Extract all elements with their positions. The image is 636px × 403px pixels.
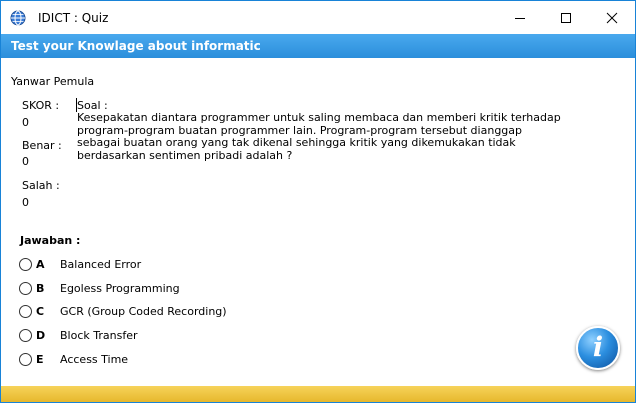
answer-option-b[interactable]: B Egoless Programming (19, 281, 279, 297)
quiz-header: Test your Knowlage about informatic (1, 34, 635, 58)
radio-button-a[interactable] (19, 258, 32, 271)
maximize-icon (561, 12, 571, 23)
info-button[interactable]: i (576, 326, 620, 370)
skor-value: 0 (22, 116, 29, 129)
benar-value: 0 (22, 155, 29, 168)
maximize-button[interactable] (543, 1, 589, 34)
user-name: Yanwar Pemula (11, 75, 95, 88)
answer-option-d[interactable]: D Block Transfer (19, 328, 279, 344)
minimize-button[interactable] (497, 1, 543, 34)
option-text[interactable]: Balanced Error (60, 258, 141, 272)
radio-button-b[interactable] (19, 282, 32, 295)
title-bar[interactable]: IDICT : Quiz (1, 1, 635, 34)
option-text[interactable]: GCR (Group Coded Recording) (60, 305, 227, 319)
globe-icon (10, 10, 26, 26)
radio-button-e[interactable] (19, 353, 32, 366)
option-letter: D (36, 329, 46, 342)
radio-button-c[interactable] (19, 305, 32, 318)
option-letter: A (36, 258, 45, 271)
minimize-icon (515, 17, 525, 19)
salah-value: 0 (22, 196, 29, 209)
radio-button-d[interactable] (19, 329, 32, 342)
quiz-window: IDICT : Quiz Test your Knowlage about in… (0, 0, 636, 403)
footer-bar (1, 386, 635, 402)
window-title: IDICT : Quiz (38, 11, 109, 25)
info-icon: i (592, 332, 604, 363)
benar-label: Benar : (22, 139, 62, 152)
question-text[interactable]: Kesepakatan diantara programmer untuk sa… (77, 111, 602, 162)
skor-label: SKOR : (22, 99, 60, 112)
answer-heading: Jawaban : (20, 234, 81, 247)
answer-option-c[interactable]: C GCR (Group Coded Recording) (19, 304, 279, 320)
option-letter: B (36, 282, 45, 295)
close-icon (606, 12, 618, 23)
salah-label: Salah : (22, 179, 60, 192)
option-letter: E (36, 353, 44, 366)
option-text[interactable]: Access Time (60, 353, 128, 367)
close-button[interactable] (589, 1, 635, 34)
option-text[interactable]: Block Transfer (60, 329, 137, 343)
answer-option-a[interactable]: A Balanced Error (19, 257, 279, 273)
header-title: Test your Knowlage about informatic (11, 39, 261, 53)
answer-option-e[interactable]: E Access Time (19, 352, 279, 368)
option-text[interactable]: Egoless Programming (60, 282, 180, 296)
option-letter: C (36, 305, 45, 318)
